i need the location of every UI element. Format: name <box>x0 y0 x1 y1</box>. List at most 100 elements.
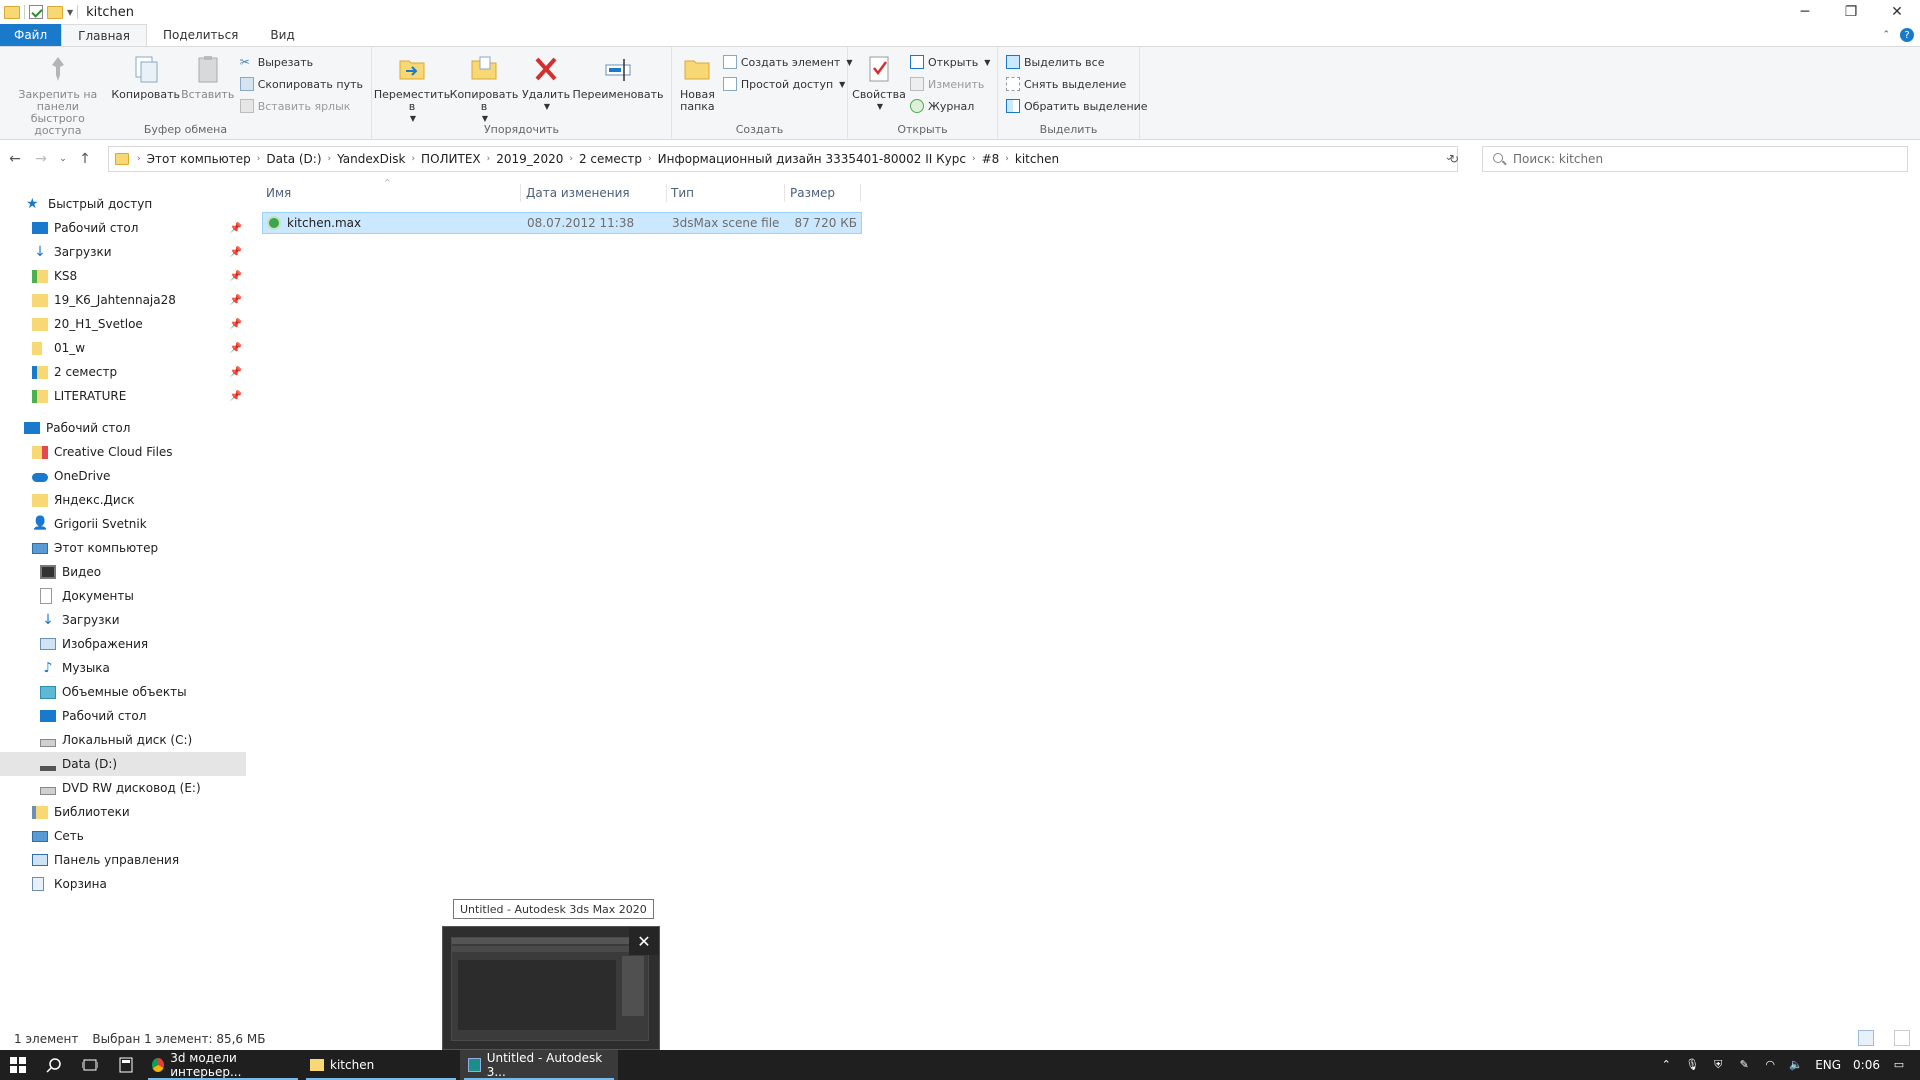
nav-libraries[interactable]: Библиотеки <box>0 800 246 824</box>
chevron-right-icon[interactable]: › <box>255 154 263 164</box>
chevron-right-icon[interactable]: › <box>1003 154 1011 164</box>
nav-quick-20h1[interactable]: 20_H1_Svetloe 📌 <box>0 312 246 336</box>
nav-pc-desktop[interactable]: Рабочий стол <box>0 704 246 728</box>
nav-this-pc[interactable]: Этот компьютер <box>0 536 246 560</box>
pin-icon[interactable]: 📌 <box>230 319 242 330</box>
tab-share[interactable]: Поделиться <box>147 24 254 46</box>
breadcrumb-data-d[interactable]: Data (D:) <box>262 152 325 166</box>
easy-access-button[interactable]: Простой доступ ▼ <box>722 75 853 93</box>
volume-icon[interactable]: 🔈 <box>1789 1058 1803 1072</box>
select-all-button[interactable]: Выделить все <box>1006 53 1148 71</box>
nav-desktop-root[interactable]: Рабочий стол <box>0 416 246 440</box>
nav-quick-01w[interactable]: 01_w 📌 <box>0 336 246 360</box>
nav-user[interactable]: 👤 Grigorii Svetnik <box>0 512 246 536</box>
breadcrumb-8[interactable]: #8 <box>978 152 1004 166</box>
copy-path-button[interactable]: Скопировать путь <box>239 75 363 93</box>
help-icon[interactable]: ? <box>1900 28 1914 42</box>
chevron-right-icon[interactable]: › <box>326 154 334 164</box>
nav-quick-19k6[interactable]: 19_K6_Jahtennaja28 📌 <box>0 288 246 312</box>
customize-toolbar-icon[interactable]: ▼ <box>67 8 73 17</box>
pin-icon[interactable]: 📌 <box>230 295 242 306</box>
nav-quick-literature[interactable]: LITERATURE 📌 <box>0 384 246 408</box>
chevron-right-icon[interactable]: › <box>409 154 417 164</box>
nav-pc-3d-objects[interactable]: Объемные объекты <box>0 680 246 704</box>
open-button[interactable]: Открыть ▼ <box>910 53 990 71</box>
breadcrumb-info-design[interactable]: Информационный дизайн 3335401-80002 II К… <box>654 152 970 166</box>
chevron-right-icon[interactable]: › <box>567 154 575 164</box>
column-divider[interactable] <box>860 184 861 202</box>
breadcrumb-semester[interactable]: 2 семестр <box>575 152 646 166</box>
nav-quick-downloads[interactable]: ↓ Загрузки 📌 <box>0 240 246 264</box>
column-header-modified[interactable]: Дата изменения <box>526 180 666 206</box>
chevron-right-icon[interactable]: › <box>135 154 143 164</box>
taskbar-app-chrome[interactable]: 3d модели интерьер... <box>144 1050 302 1080</box>
cut-button[interactable]: ✂ Вырезать <box>240 53 363 71</box>
wifi-icon[interactable]: ◠ <box>1763 1058 1777 1072</box>
minimize-button[interactable]: ─ <box>1782 0 1828 24</box>
taskbar-app-3dsmax[interactable]: Untitled - Autodesk 3... <box>460 1050 618 1080</box>
calculator-taskbar-button[interactable] <box>108 1050 144 1080</box>
nav-onedrive[interactable]: OneDrive <box>0 464 246 488</box>
breadcrumb-politech[interactable]: ПОЛИТЕХ <box>417 152 485 166</box>
refresh-icon[interactable]: ↻ <box>1440 146 1468 172</box>
chevron-right-icon[interactable]: › <box>646 154 654 164</box>
search-taskbar-button[interactable] <box>36 1050 72 1080</box>
large-icons-view-icon[interactable] <box>1894 1030 1910 1046</box>
details-view-icon[interactable] <box>1858 1030 1874 1046</box>
edit-button[interactable]: Изменить <box>910 75 990 93</box>
paste-shortcut-button[interactable]: Вставить ярлык <box>239 97 363 115</box>
history-button[interactable]: Журнал <box>910 97 990 115</box>
column-header-name[interactable]: Имя <box>266 180 516 206</box>
tab-view[interactable]: Вид <box>254 24 310 46</box>
breadcrumb-2019-2020[interactable]: 2019_2020 <box>492 152 567 166</box>
address-bar[interactable]: › Этот компьютер › Data (D:) › YandexDis… <box>108 146 1458 172</box>
breadcrumb-yandexdisk[interactable]: YandexDisk <box>333 152 409 166</box>
language-indicator[interactable]: ENG <box>1815 1058 1841 1072</box>
nav-pc-dvd-e[interactable]: DVD RW дисковод (E:) <box>0 776 246 800</box>
close-button[interactable]: ✕ <box>1874 0 1920 24</box>
pin-icon[interactable]: 📌 <box>230 223 242 234</box>
taskbar-thumbnail-preview[interactable]: ✕ <box>442 926 660 1050</box>
search-input[interactable]: Поиск: kitchen <box>1482 146 1908 172</box>
nav-quick-ks8[interactable]: KS8 📌 <box>0 264 246 288</box>
taskbar-app-explorer[interactable]: kitchen <box>302 1050 460 1080</box>
tab-home[interactable]: Главная <box>61 24 147 46</box>
table-row[interactable]: kitchen.max 08.07.2012 11:38 3dsMax scen… <box>262 212 862 234</box>
up-arrow-icon[interactable]: ↑ <box>74 148 96 170</box>
nav-quick-desktop[interactable]: Рабочий стол 📌 <box>0 216 246 240</box>
nav-quick-2-semester[interactable]: 2 семестр 📌 <box>0 360 246 384</box>
pin-icon[interactable]: 📌 <box>230 391 242 402</box>
nav-pc-data-d[interactable]: Data (D:) <box>0 752 246 776</box>
nav-pc-video[interactable]: Видео <box>0 560 246 584</box>
chevron-right-icon[interactable]: › <box>970 154 978 164</box>
properties-quick-icon[interactable] <box>29 5 43 19</box>
nav-pc-downloads[interactable]: ↓ Загрузки <box>0 608 246 632</box>
breadcrumb-this-pc[interactable]: Этот компьютер <box>143 152 255 166</box>
nav-pc-documents[interactable]: Документы <box>0 584 246 608</box>
new-item-button[interactable]: Создать элемент ▼ <box>722 53 853 71</box>
select-none-button[interactable]: Снять выделение <box>1006 75 1148 93</box>
pin-icon[interactable]: 📌 <box>230 343 242 354</box>
microphone-icon[interactable]: 🎙 <box>1685 1058 1699 1072</box>
pin-icon[interactable]: 📌 <box>230 247 242 258</box>
column-divider[interactable] <box>666 184 667 202</box>
start-button[interactable] <box>0 1050 36 1080</box>
forward-arrow-icon[interactable]: → <box>30 148 52 170</box>
nav-control-panel[interactable]: Панель управления <box>0 848 246 872</box>
restore-button[interactable]: ❐ <box>1828 0 1874 24</box>
new-folder-quick-icon[interactable] <box>47 5 63 19</box>
nav-quick-access[interactable]: ★ Быстрый доступ <box>0 192 246 216</box>
column-divider[interactable] <box>520 184 521 202</box>
ime-icon[interactable]: ✎ <box>1737 1058 1751 1072</box>
nav-recycle-bin[interactable]: Корзина <box>0 872 246 896</box>
column-divider[interactable] <box>784 184 785 202</box>
nav-pc-music[interactable]: ♪ Музыка <box>0 656 246 680</box>
breadcrumb-kitchen[interactable]: kitchen <box>1011 152 1063 166</box>
column-header-size[interactable]: Размер <box>790 180 860 206</box>
tab-file[interactable]: Файл <box>0 24 62 46</box>
back-arrow-icon[interactable]: ← <box>4 148 26 170</box>
nav-creative-cloud[interactable]: Creative Cloud Files <box>0 440 246 464</box>
close-icon[interactable]: ✕ <box>629 927 659 955</box>
show-hidden-icons-chevron-icon[interactable]: ⌃ <box>1659 1058 1673 1072</box>
task-view-button[interactable] <box>72 1050 108 1080</box>
